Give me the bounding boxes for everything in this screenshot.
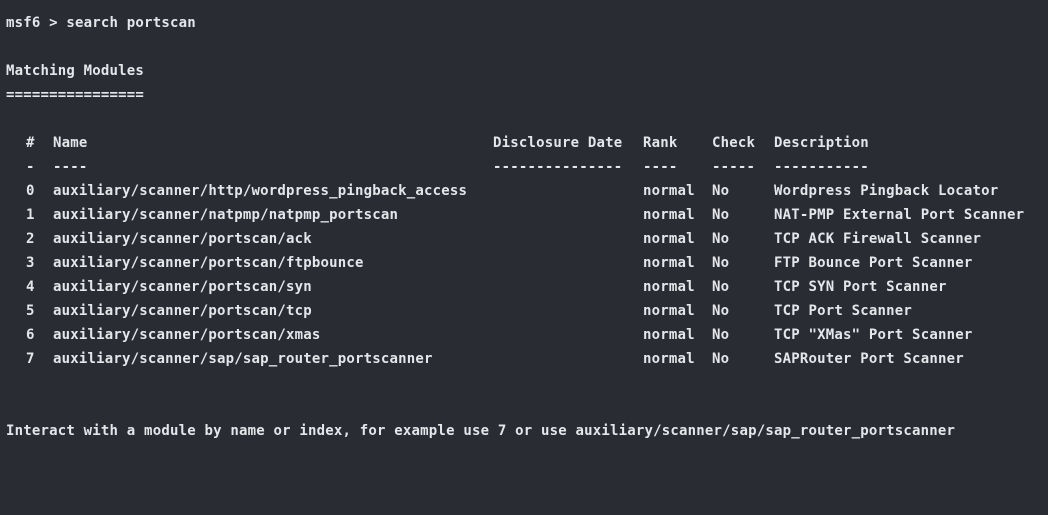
row-index: 5 [26,303,35,319]
separator-disclosure-date: --------------- [493,159,623,175]
table-row: 3 auxiliary/scanner/portscan/ftpbounce n… [0,251,1048,275]
section-title: Matching Modules [6,63,145,79]
row-check: No [712,351,730,367]
header-check: Check [712,135,756,151]
row-check: No [712,303,730,319]
row-index: 2 [26,231,35,247]
row-check: No [712,279,730,295]
separator-rank: ---- [643,159,678,175]
row-rank: normal [643,303,695,319]
row-description: TCP "XMas" Port Scanner [774,327,973,343]
row-check: No [712,327,730,343]
row-module-name: auxiliary/scanner/portscan/xmas [53,327,321,343]
row-description: TCP SYN Port Scanner [774,279,947,295]
row-rank: normal [643,207,695,223]
row-description: FTP Bounce Port Scanner [774,255,973,271]
row-description: NAT-PMP External Port Scanner [774,207,1025,223]
command-prompt: msf6 > search portscan [6,15,196,31]
row-module-name: auxiliary/scanner/sap/sap_router_portsca… [53,351,433,367]
row-module-name: auxiliary/scanner/portscan/ftpbounce [53,255,364,271]
row-check: No [712,207,730,223]
row-rank: normal [643,255,695,271]
section-underline: ================ [6,87,145,103]
row-description: Wordpress Pingback Locator [774,183,999,199]
table-row: 4 auxiliary/scanner/portscan/syn normal … [0,275,1048,299]
row-check: No [712,231,730,247]
row-rank: normal [643,231,695,247]
terminal-window: { "prompt": { "text": "msf6 > search por… [0,0,1048,455]
row-index: 3 [26,255,35,271]
separator-check: ----- [712,159,756,175]
row-index: 4 [26,279,35,295]
row-description: TCP ACK Firewall Scanner [774,231,982,247]
row-check: No [712,255,730,271]
row-rank: normal [643,351,695,367]
row-module-name: auxiliary/scanner/portscan/ack [53,231,312,247]
table-header-row: # Name Disclosure Date Rank Check Descri… [0,131,1048,155]
row-index: 0 [26,183,35,199]
header-description: Description [774,135,869,151]
header-rank: Rank [643,135,678,151]
table-row: 6 auxiliary/scanner/portscan/xmas normal… [0,323,1048,347]
row-module-name: auxiliary/scanner/http/wordpress_pingbac… [53,183,468,199]
header-index: # [26,135,35,151]
usage-hint: Interact with a module by name or index,… [6,423,956,439]
row-rank: normal [643,327,695,343]
table-separator-row: - ---- --------------- ---- ----- ------… [0,155,1048,179]
separator-index: - [26,159,35,175]
table-row: 1 auxiliary/scanner/natpmp/natpmp_portsc… [0,203,1048,227]
row-rank: normal [643,279,695,295]
table-row: 0 auxiliary/scanner/http/wordpress_pingb… [0,179,1048,203]
row-check: No [712,183,730,199]
table-row: 2 auxiliary/scanner/portscan/ack normal … [0,227,1048,251]
row-module-name: auxiliary/scanner/natpmp/natpmp_portscan [53,207,399,223]
separator-description: ----------- [774,159,869,175]
row-rank: normal [643,183,695,199]
table-row: 5 auxiliary/scanner/portscan/tcp normal … [0,299,1048,323]
table-row: 7 auxiliary/scanner/sap/sap_router_ports… [0,347,1048,371]
row-module-name: auxiliary/scanner/portscan/syn [53,279,312,295]
row-description: SAPRouter Port Scanner [774,351,964,367]
row-index: 7 [26,351,35,367]
row-description: TCP Port Scanner [774,303,913,319]
row-index: 1 [26,207,35,223]
separator-name: ---- [53,159,88,175]
row-index: 6 [26,327,35,343]
header-name: Name [53,135,88,151]
header-disclosure-date: Disclosure Date [493,135,623,151]
row-module-name: auxiliary/scanner/portscan/tcp [53,303,312,319]
